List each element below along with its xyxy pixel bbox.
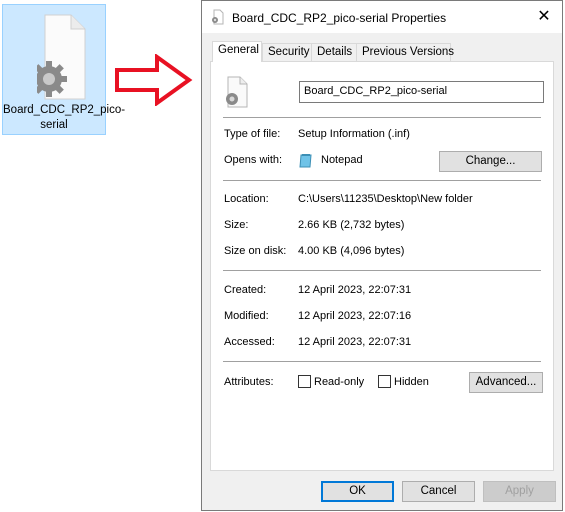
hidden-checkbox[interactable] xyxy=(378,375,391,388)
desktop-file-icon[interactable]: Board_CDC_RP2_pico-serial xyxy=(2,4,126,135)
size-value: 2.66 KB (2,732 bytes) xyxy=(298,219,405,231)
notepad-icon xyxy=(299,154,312,168)
settings-file-icon xyxy=(37,14,86,100)
tab-security[interactable]: Security xyxy=(262,43,315,61)
properties-dialog: Board_CDC_RP2_pico-serial Properties ✕ G… xyxy=(201,0,563,511)
tab-details[interactable]: Details xyxy=(311,43,357,61)
created-value: 12 April 2023, 22:07:31 xyxy=(298,284,412,296)
size-on-disk-value: 4.00 KB (4,096 bytes) xyxy=(298,245,405,257)
size-label: Size: xyxy=(224,219,249,231)
cancel-button[interactable]: Cancel xyxy=(402,481,475,502)
right-arrow-icon xyxy=(115,54,193,106)
separator xyxy=(223,361,541,362)
tab-general[interactable]: General xyxy=(212,41,262,62)
modified-label: Modified: xyxy=(224,310,269,322)
type-of-file-label: Type of file: xyxy=(224,128,281,140)
apply-button[interactable]: Apply xyxy=(483,481,556,502)
separator xyxy=(223,117,541,118)
title-bar[interactable]: Board_CDC_RP2_pico-serial Properties ✕ xyxy=(202,1,562,33)
ok-button[interactable]: OK xyxy=(321,481,394,502)
type-of-file-value: Setup Information (.inf) xyxy=(298,128,410,140)
opens-with-label: Opens with: xyxy=(224,154,283,166)
created-label: Created: xyxy=(224,284,267,296)
close-icon[interactable]: ✕ xyxy=(534,7,554,27)
desktop-file-label: Board_CDC_RP2_pico-serial xyxy=(3,104,126,131)
advanced-button[interactable]: Advanced... xyxy=(469,372,543,393)
accessed-value: 12 April 2023, 22:07:31 xyxy=(298,336,412,348)
read-only-label[interactable]: Read-only xyxy=(314,376,364,388)
window-title: Board_CDC_RP2_pico-serial Properties xyxy=(232,11,447,25)
size-on-disk-label: Size on disk: xyxy=(224,245,287,257)
settings-file-icon xyxy=(212,9,224,25)
read-only-checkbox[interactable] xyxy=(298,375,311,388)
hidden-label[interactable]: Hidden xyxy=(394,376,429,388)
accessed-label: Accessed: xyxy=(224,336,275,348)
location-value: C:\Users\11235\Desktop\New folder xyxy=(298,193,473,205)
location-label: Location: xyxy=(224,193,269,205)
separator xyxy=(223,270,541,271)
tab-previous-versions[interactable]: Previous Versions xyxy=(356,43,454,61)
separator xyxy=(223,180,541,181)
general-panel: Board_CDC_RP2_pico-serial Type of file: … xyxy=(210,61,554,471)
change-button[interactable]: Change... xyxy=(439,151,542,172)
modified-value: 12 April 2023, 22:07:16 xyxy=(298,310,412,322)
settings-file-icon xyxy=(226,76,248,108)
opens-with-value: Notepad xyxy=(321,154,363,166)
attributes-label: Attributes: xyxy=(224,376,274,388)
file-name-input[interactable]: Board_CDC_RP2_pico-serial xyxy=(299,81,544,103)
